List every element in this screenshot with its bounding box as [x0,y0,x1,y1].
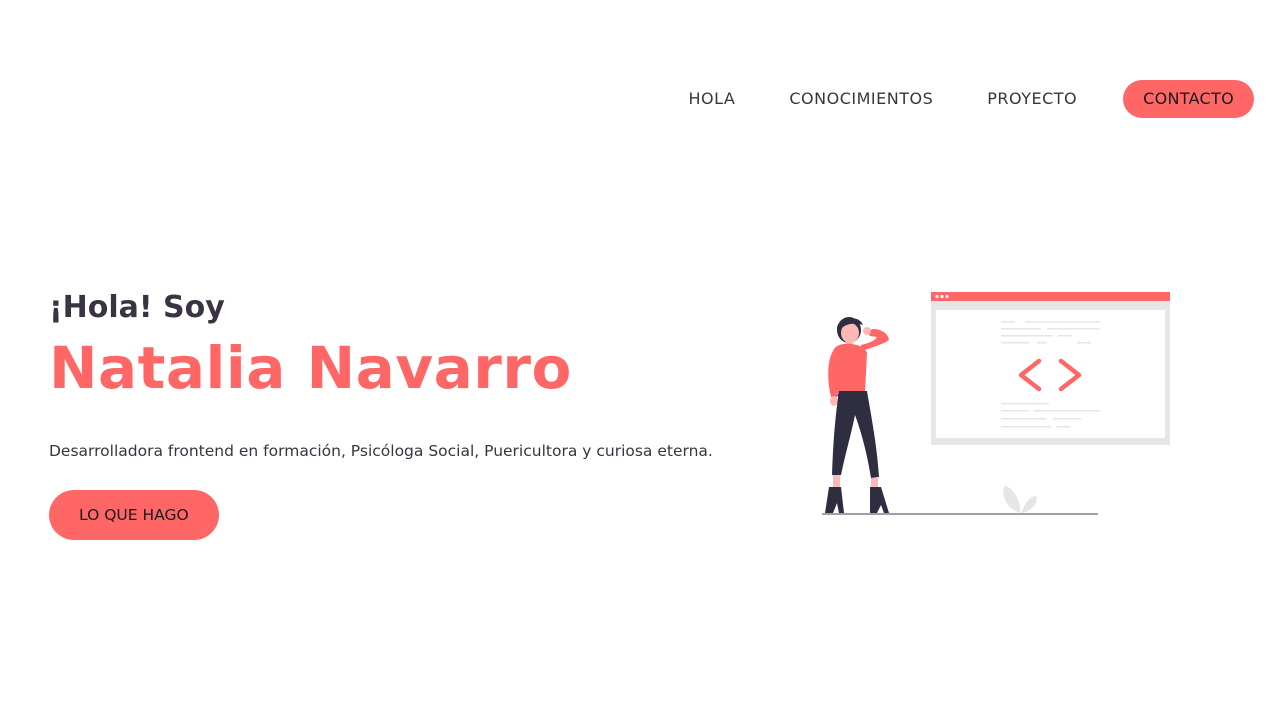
plant-icon [1003,485,1037,513]
browser-window-icon [931,292,1170,445]
lo-que-hago-button[interactable]: LO QUE HAGO [49,490,219,540]
hero-tagline: Desarrolladora frontend en formación, Ps… [49,442,713,460]
page: HOLA CONOCIMIENTOS PROYECTO CONTACTO ¡Ho… [0,0,1280,720]
hero-greeting: ¡Hola! Soy [49,290,225,325]
nav-link-hola[interactable]: HOLA [689,80,736,118]
woman-figure-icon [825,317,889,513]
nav-contacto-button[interactable]: CONTACTO [1123,80,1254,118]
developer-illustration [822,292,1170,515]
hero-illustration [815,285,1185,525]
main-nav: HOLA CONOCIMIENTOS PROYECTO CONTACTO [689,80,1254,118]
hero-section: ¡Hola! Soy Natalia Navarro Desarrollador… [49,288,713,540]
nav-link-conocimientos[interactable]: CONOCIMIENTOS [789,80,933,118]
nav-link-proyecto[interactable]: PROYECTO [987,80,1077,118]
hero-name: Natalia Navarro [49,334,572,402]
